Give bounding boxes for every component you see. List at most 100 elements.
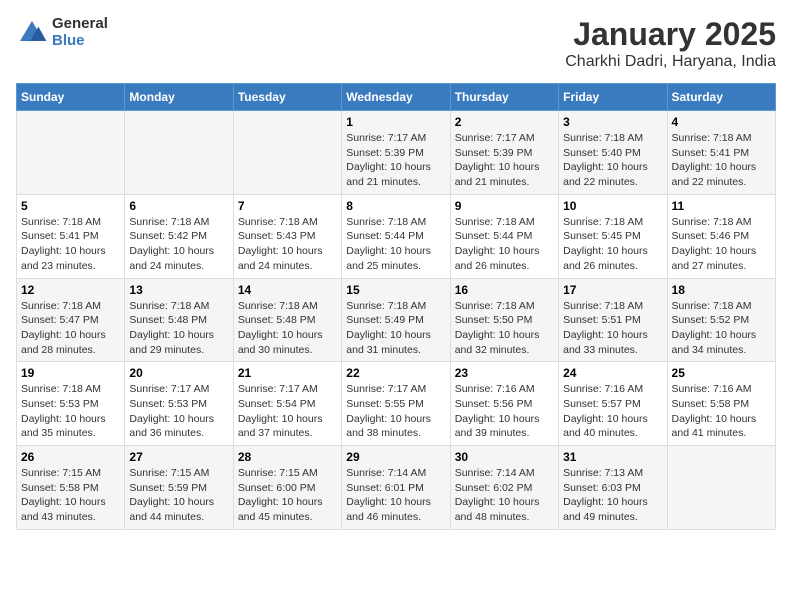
day-number: 20 <box>129 366 228 380</box>
day-info: Sunrise: 7:17 AM Sunset: 5:39 PM Dayligh… <box>455 131 554 190</box>
day-info: Sunrise: 7:13 AM Sunset: 6:03 PM Dayligh… <box>563 466 662 525</box>
calendar-cell: 18 Sunrise: 7:18 AM Sunset: 5:52 PM Dayli… <box>667 278 775 362</box>
calendar-cell: 4 Sunrise: 7:18 AM Sunset: 5:41 PM Daylig… <box>667 111 775 195</box>
calendar-cell: 24Sunrise: 7:16 AM Sunset: 5:57 PM Dayli… <box>559 362 667 446</box>
day-number: 10 <box>563 199 662 213</box>
day-number: 18 <box>672 283 771 297</box>
calendar-cell <box>667 446 775 530</box>
logo-blue: Blue <box>52 33 108 50</box>
calendar-cell <box>17 111 125 195</box>
day-info: Sunrise: 7:18 AM Sunset: 5:41 PM Dayligh… <box>21 215 120 274</box>
day-info: Sunrise: 7:16 AM Sunset: 5:57 PM Dayligh… <box>563 382 662 441</box>
calendar-week-row: 12 Sunrise: 7:18 AM Sunset: 5:47 PM Dayli… <box>17 278 776 362</box>
day-info: Sunrise: 7:18 AM Sunset: 5:52 PM Dayligh… <box>672 299 771 358</box>
day-number: 6 <box>129 199 228 213</box>
calendar-cell: 1Sunrise: 7:17 AM Sunset: 5:39 PM Daylig… <box>342 111 450 195</box>
calendar-cell: 23 Sunrise: 7:16 AM Sunset: 5:56 PM Dayli… <box>450 362 558 446</box>
day-number: 26 <box>21 450 120 464</box>
calendar-cell: 27Sunrise: 7:15 AM Sunset: 5:59 PM Dayli… <box>125 446 233 530</box>
calendar-title: January 2025 <box>565 16 776 53</box>
calendar-body: 1Sunrise: 7:17 AM Sunset: 5:39 PM Daylig… <box>17 111 776 530</box>
calendar-cell: 25 Sunrise: 7:16 AM Sunset: 5:58 PM Dayli… <box>667 362 775 446</box>
calendar-cell: 20 Sunrise: 7:17 AM Sunset: 5:53 PM Dayli… <box>125 362 233 446</box>
day-number: 17 <box>563 283 662 297</box>
calendar-cell: 31 Sunrise: 7:13 AM Sunset: 6:03 PM Dayli… <box>559 446 667 530</box>
header-tuesday: Tuesday <box>233 84 341 111</box>
day-info: Sunrise: 7:17 AM Sunset: 5:39 PM Dayligh… <box>346 131 445 190</box>
day-info: Sunrise: 7:18 AM Sunset: 5:48 PM Dayligh… <box>238 299 337 358</box>
day-info: Sunrise: 7:17 AM Sunset: 5:54 PM Dayligh… <box>238 382 337 441</box>
calendar-cell: 17Sunrise: 7:18 AM Sunset: 5:51 PM Dayli… <box>559 278 667 362</box>
header-sunday: Sunday <box>17 84 125 111</box>
calendar-cell <box>233 111 341 195</box>
day-info: Sunrise: 7:18 AM Sunset: 5:43 PM Dayligh… <box>238 215 337 274</box>
calendar-cell: 8Sunrise: 7:18 AM Sunset: 5:44 PM Daylig… <box>342 194 450 278</box>
day-number: 11 <box>672 199 771 213</box>
day-info: Sunrise: 7:18 AM Sunset: 5:48 PM Dayligh… <box>129 299 228 358</box>
day-info: Sunrise: 7:16 AM Sunset: 5:56 PM Dayligh… <box>455 382 554 441</box>
day-number: 19 <box>21 366 120 380</box>
calendar-table: Sunday Monday Tuesday Wednesday Thursday… <box>16 83 776 530</box>
logo-text: General Blue <box>52 16 108 49</box>
day-number: 7 <box>238 199 337 213</box>
day-info: Sunrise: 7:17 AM Sunset: 5:53 PM Dayligh… <box>129 382 228 441</box>
day-info: Sunrise: 7:15 AM Sunset: 5:58 PM Dayligh… <box>21 466 120 525</box>
calendar-cell: 10 Sunrise: 7:18 AM Sunset: 5:45 PM Dayli… <box>559 194 667 278</box>
day-number: 30 <box>455 450 554 464</box>
day-info: Sunrise: 7:18 AM Sunset: 5:41 PM Dayligh… <box>672 131 771 190</box>
header-monday: Monday <box>125 84 233 111</box>
title-area: January 2025 Charkhi Dadri, Haryana, Ind… <box>565 16 776 71</box>
day-number: 12 <box>21 283 120 297</box>
day-number: 28 <box>238 450 337 464</box>
header-friday: Friday <box>559 84 667 111</box>
calendar-cell: 11 Sunrise: 7:18 AM Sunset: 5:46 PM Dayli… <box>667 194 775 278</box>
day-number: 29 <box>346 450 445 464</box>
day-info: Sunrise: 7:18 AM Sunset: 5:47 PM Dayligh… <box>21 299 120 358</box>
day-number: 16 <box>455 283 554 297</box>
day-number: 21 <box>238 366 337 380</box>
calendar-week-row: 1Sunrise: 7:17 AM Sunset: 5:39 PM Daylig… <box>17 111 776 195</box>
logo-icon <box>16 17 48 49</box>
day-number: 25 <box>672 366 771 380</box>
calendar-cell: 12 Sunrise: 7:18 AM Sunset: 5:47 PM Dayli… <box>17 278 125 362</box>
day-info: Sunrise: 7:18 AM Sunset: 5:44 PM Dayligh… <box>455 215 554 274</box>
header-wednesday: Wednesday <box>342 84 450 111</box>
day-info: Sunrise: 7:18 AM Sunset: 5:46 PM Dayligh… <box>672 215 771 274</box>
day-info: Sunrise: 7:15 AM Sunset: 6:00 PM Dayligh… <box>238 466 337 525</box>
page-header: General Blue January 2025 Charkhi Dadri,… <box>16 16 776 71</box>
calendar-cell: 3 Sunrise: 7:18 AM Sunset: 5:40 PM Daylig… <box>559 111 667 195</box>
calendar-cell: 26 Sunrise: 7:15 AM Sunset: 5:58 PM Dayli… <box>17 446 125 530</box>
day-info: Sunrise: 7:16 AM Sunset: 5:58 PM Dayligh… <box>672 382 771 441</box>
logo: General Blue <box>16 16 108 49</box>
logo-general: General <box>52 16 108 33</box>
header-row: Sunday Monday Tuesday Wednesday Thursday… <box>17 84 776 111</box>
calendar-week-row: 19Sunrise: 7:18 AM Sunset: 5:53 PM Dayli… <box>17 362 776 446</box>
day-info: Sunrise: 7:18 AM Sunset: 5:40 PM Dayligh… <box>563 131 662 190</box>
calendar-cell: 21 Sunrise: 7:17 AM Sunset: 5:54 PM Dayli… <box>233 362 341 446</box>
day-number: 4 <box>672 115 771 129</box>
day-number: 3 <box>563 115 662 129</box>
day-info: Sunrise: 7:17 AM Sunset: 5:55 PM Dayligh… <box>346 382 445 441</box>
day-number: 13 <box>129 283 228 297</box>
calendar-cell <box>125 111 233 195</box>
calendar-header: Sunday Monday Tuesday Wednesday Thursday… <box>17 84 776 111</box>
day-info: Sunrise: 7:14 AM Sunset: 6:02 PM Dayligh… <box>455 466 554 525</box>
day-info: Sunrise: 7:18 AM Sunset: 5:42 PM Dayligh… <box>129 215 228 274</box>
day-number: 2 <box>455 115 554 129</box>
day-info: Sunrise: 7:18 AM Sunset: 5:45 PM Dayligh… <box>563 215 662 274</box>
calendar-cell: 22 Sunrise: 7:17 AM Sunset: 5:55 PM Dayli… <box>342 362 450 446</box>
calendar-cell: 28 Sunrise: 7:15 AM Sunset: 6:00 PM Dayli… <box>233 446 341 530</box>
day-number: 31 <box>563 450 662 464</box>
calendar-cell: 16Sunrise: 7:18 AM Sunset: 5:50 PM Dayli… <box>450 278 558 362</box>
calendar-cell: 15Sunrise: 7:18 AM Sunset: 5:49 PM Dayli… <box>342 278 450 362</box>
day-number: 22 <box>346 366 445 380</box>
calendar-cell: 19Sunrise: 7:18 AM Sunset: 5:53 PM Dayli… <box>17 362 125 446</box>
day-number: 5 <box>21 199 120 213</box>
calendar-cell: 14Sunrise: 7:18 AM Sunset: 5:48 PM Dayli… <box>233 278 341 362</box>
day-number: 23 <box>455 366 554 380</box>
calendar-cell: 2 Sunrise: 7:17 AM Sunset: 5:39 PM Daylig… <box>450 111 558 195</box>
header-thursday: Thursday <box>450 84 558 111</box>
calendar-week-row: 5 Sunrise: 7:18 AM Sunset: 5:41 PM Daylig… <box>17 194 776 278</box>
calendar-cell: 7 Sunrise: 7:18 AM Sunset: 5:43 PM Daylig… <box>233 194 341 278</box>
calendar-cell: 6 Sunrise: 7:18 AM Sunset: 5:42 PM Daylig… <box>125 194 233 278</box>
